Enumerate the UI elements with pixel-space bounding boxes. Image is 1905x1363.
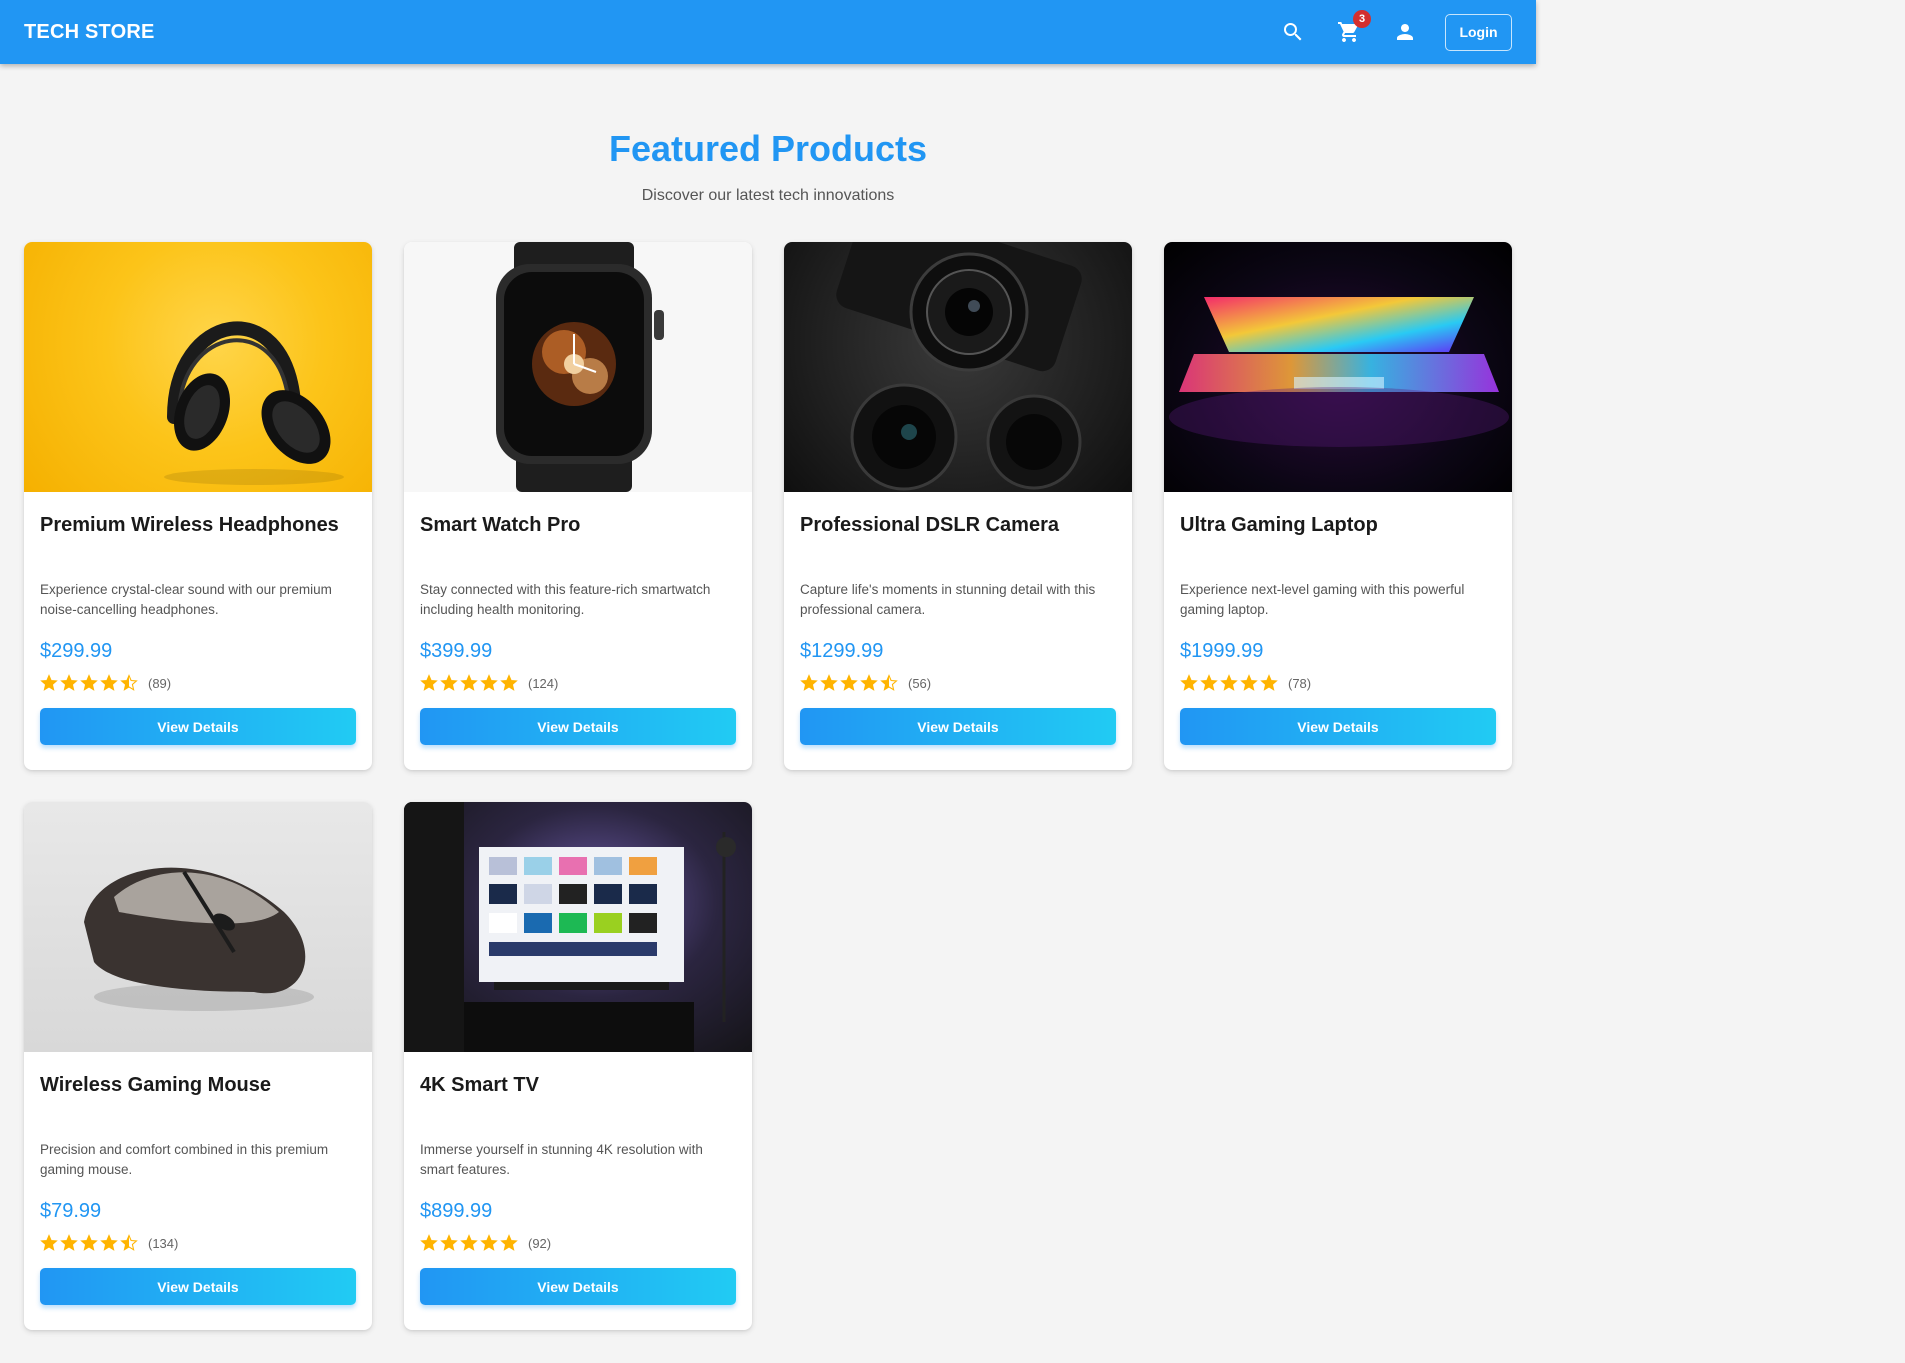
search-button[interactable] xyxy=(1265,12,1321,52)
product-description: Capture life's moments in stunning detai… xyxy=(800,582,1096,617)
account-icon xyxy=(1397,24,1413,40)
star-icon xyxy=(40,1234,58,1251)
product-description: Stay connected with this feature-rich sm… xyxy=(420,582,711,617)
review-count: (78) xyxy=(1288,675,1312,691)
product-rating: (92) xyxy=(420,1234,551,1252)
product-card: Wireless Gaming Mouse Precision and comf… xyxy=(24,802,372,1330)
mouse-illustration xyxy=(84,867,314,1011)
product-card: Ultra Gaming Laptop Experience next-leve… xyxy=(1164,242,1512,770)
cart-count-badge: 3 xyxy=(1353,10,1371,28)
review-count: (56) xyxy=(908,675,932,691)
star-half-icon xyxy=(120,1234,138,1251)
review-count: (89) xyxy=(148,675,172,691)
product-price: $399.99 xyxy=(420,640,493,662)
star-icon xyxy=(100,674,118,691)
product-image-tv[interactable] xyxy=(404,802,752,1052)
product-card: Premium Wireless Headphones Experience c… xyxy=(24,242,372,770)
brand-logo[interactable]: TECH STORE xyxy=(24,0,155,64)
star-half-icon xyxy=(880,674,898,691)
star-icon xyxy=(1200,674,1218,691)
watch-illustration xyxy=(496,242,664,492)
product-image-mouse[interactable] xyxy=(24,802,372,1052)
tv-illustration xyxy=(404,802,736,1052)
star-icon xyxy=(800,674,818,691)
product-image-camera[interactable] xyxy=(784,242,1132,492)
view-details-button[interactable]: View Details xyxy=(40,708,356,745)
star-icon xyxy=(420,674,438,691)
product-price: $299.99 xyxy=(40,640,113,662)
star-icon xyxy=(60,674,78,691)
star-icon xyxy=(860,674,878,691)
star-icon xyxy=(440,674,458,691)
star-icon xyxy=(100,1234,118,1251)
star-icon xyxy=(480,674,498,691)
product-description: Experience next-level gaming with this p… xyxy=(1180,582,1465,617)
star-icon xyxy=(80,1234,98,1251)
product-price: $1299.99 xyxy=(800,640,884,662)
star-half-icon xyxy=(120,674,138,691)
star-icon xyxy=(460,1234,478,1251)
star-icon xyxy=(80,674,98,691)
product-card: 4K Smart TV Immerse yourself in stunning… xyxy=(404,802,752,1330)
star-icon xyxy=(420,1234,438,1251)
star-icon xyxy=(40,674,58,691)
star-icon xyxy=(840,674,858,691)
star-icon xyxy=(440,1234,458,1251)
product-card: Smart Watch Pro Stay connected with this… xyxy=(404,242,752,770)
headphones-illustration xyxy=(164,321,344,485)
page-title: Featured Products xyxy=(608,128,928,169)
view-details-button[interactable]: View Details xyxy=(420,708,736,745)
review-count: (134) xyxy=(148,1235,179,1251)
view-details-button[interactable]: View Details xyxy=(800,708,1116,745)
product-price: $79.99 xyxy=(40,1200,102,1222)
product-rating: (124) xyxy=(420,674,558,692)
product-grid: Premium Wireless Headphones Experience c… xyxy=(24,242,1512,1330)
review-count: (92) xyxy=(528,1235,552,1251)
product-image-headphones[interactable] xyxy=(24,242,372,492)
review-count: (124) xyxy=(528,675,559,691)
star-icon xyxy=(820,674,838,691)
app-bar: TECH STORE 3 Login xyxy=(0,0,1536,64)
star-icon xyxy=(1260,674,1278,691)
login-button[interactable]: Login xyxy=(1445,13,1512,51)
product-card: Professional DSLR Camera Capture life's … xyxy=(784,242,1132,770)
product-description: Precision and comfort combined in this p… xyxy=(40,1142,329,1177)
product-description: Experience crystal-clear sound with our … xyxy=(40,582,332,617)
product-description: Immerse yourself in stunning 4K resoluti… xyxy=(420,1142,703,1177)
product-title[interactable]: Professional DSLR Camera xyxy=(800,514,1059,537)
view-details-button[interactable]: View Details xyxy=(420,1268,736,1305)
cart-button[interactable]: 3 xyxy=(1321,10,1377,52)
star-icon xyxy=(500,674,518,691)
account-button[interactable] xyxy=(1377,12,1433,52)
app-bar-actions: 3 Login xyxy=(1265,10,1512,52)
star-icon xyxy=(460,674,478,691)
star-icon xyxy=(1220,674,1238,691)
star-icon xyxy=(1240,674,1258,691)
product-title[interactable]: Ultra Gaming Laptop xyxy=(1180,514,1378,537)
product-price: $899.99 xyxy=(420,1200,493,1222)
product-title[interactable]: Smart Watch Pro xyxy=(420,514,580,537)
star-icon xyxy=(1180,674,1198,691)
view-details-button[interactable]: View Details xyxy=(40,1268,356,1305)
star-icon xyxy=(480,1234,498,1251)
product-title[interactable]: Wireless Gaming Mouse xyxy=(40,1074,271,1097)
page-subtitle: Discover our latest tech innovations xyxy=(641,187,895,204)
camera-illustration xyxy=(836,242,1082,491)
product-rating: (134) xyxy=(40,1234,178,1252)
view-details-button[interactable]: View Details xyxy=(1180,708,1496,745)
product-rating: (89) xyxy=(40,674,171,692)
product-price: $1999.99 xyxy=(1180,640,1264,662)
product-rating: (56) xyxy=(800,674,931,692)
star-icon xyxy=(60,1234,78,1251)
product-rating: (78) xyxy=(1180,674,1311,692)
star-icon xyxy=(500,1234,518,1251)
search-icon xyxy=(1284,23,1302,41)
product-image-laptop[interactable] xyxy=(1164,242,1512,492)
product-image-watch[interactable] xyxy=(404,242,752,492)
product-title[interactable]: Premium Wireless Headphones xyxy=(40,514,339,537)
laptop-illustration xyxy=(1169,297,1509,447)
product-title[interactable]: 4K Smart TV xyxy=(420,1074,539,1097)
